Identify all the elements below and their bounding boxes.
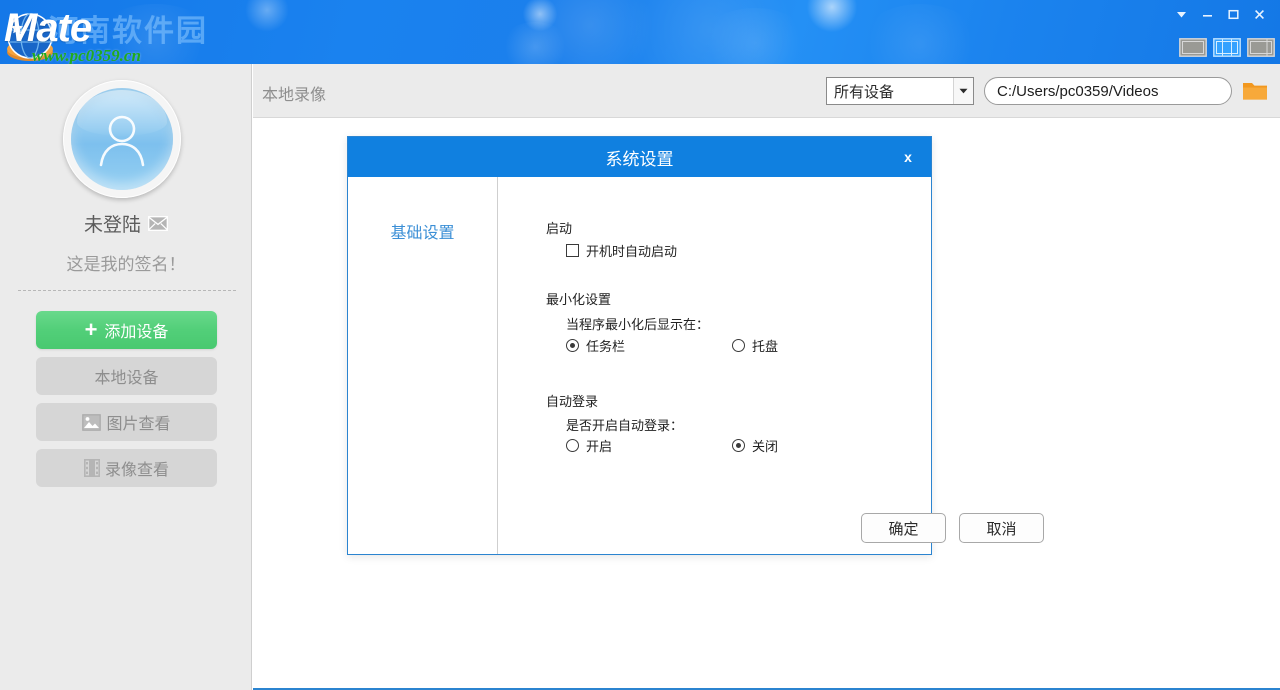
dialog-nav: 基础设置 [348,177,498,554]
local-device-label: 本地设备 [94,370,159,387]
down-triangle-icon [1176,11,1186,17]
record-viewer-button[interactable]: 录像查看 [36,449,217,487]
user-signature: 这是我的签名！ [66,255,186,274]
minimize-tray-radio[interactable] [732,339,745,352]
dialog-close-button[interactable]: x [899,148,917,166]
avatar-inner [71,88,173,190]
bokeh-decoration [860,4,980,64]
layout-split-icon [1213,38,1241,57]
user-row: 未登陆 [0,210,252,237]
local-device-button[interactable]: 本地设备 [36,357,217,395]
minimize-taskbar-label: 任务栏 [586,339,626,354]
envelope-icon[interactable] [148,216,168,231]
dropdown-menu-button[interactable] [1168,2,1194,26]
image-viewer-label: 图片查看 [106,416,171,433]
autologin-off-label: 关闭 [752,439,779,454]
record-viewer-label: 录像查看 [104,462,169,479]
close-button[interactable] [1246,2,1272,26]
image-icon [82,413,102,431]
autologin-off-radio-row[interactable]: 关闭 [732,436,778,455]
minimize-taskbar-radio[interactable] [566,339,579,352]
user-name: 未登陆 [83,215,141,236]
bokeh-decoration [805,0,859,34]
minimize-sub-label: 当程序最小化后显示在： [566,317,710,332]
layout-single-button[interactable] [1179,38,1207,57]
close-icon [1254,9,1264,19]
bokeh-decoration [520,0,660,64]
sidebar-divider [18,290,236,291]
watermark-brand-text: Mate [4,6,92,50]
bokeh-decoration [620,0,800,64]
ok-button[interactable]: 确定 [861,513,946,543]
group-title-startup: 启动 [546,221,573,236]
title-bar: 河南软件园 Mate www.pc0359.cn [0,0,1280,64]
plus-icon: + [84,317,98,342]
watermark-url-text: www.pc0359.cn [32,46,141,64]
folder-icon [1243,83,1267,100]
autologin-on-radio[interactable] [566,439,579,452]
dialog-title-bar: 系统设置 x [348,137,931,177]
system-settings-dialog: 系统设置 x 基础设置 启动 开机时自动启动 最小化设置 当程序最小化后显示在：… [347,136,1044,555]
save-path-input[interactable]: C:/Users/pc0359/Videos [984,77,1232,105]
chevron-down-icon [953,78,973,104]
window-controls [1168,2,1272,26]
group-title-minimize: 最小化设置 [546,292,612,307]
page-title: 本地录像 [262,87,327,104]
autologin-on-label: 开启 [586,439,613,454]
layout-split-button[interactable] [1213,38,1241,57]
minimize-tray-label: 托盘 [752,339,779,354]
add-device-label: 添加设备 [104,324,169,341]
autostart-checkbox[interactable] [566,244,579,257]
browse-folder-button[interactable] [1241,77,1269,105]
film-icon [83,459,100,477]
minimize-taskbar-radio-row[interactable]: 任务栏 [566,336,625,355]
application-window: 河南软件园 Mate www.pc0359.cn 未登陆 这是我的签名！ + 添… [0,0,1280,690]
watermark: 河南软件园 Mate www.pc0359.cn [0,0,250,64]
layout-buttons [1179,38,1275,57]
dialog-buttons: 确定 取消 [861,513,1044,543]
dialog-content: 启动 开机时自动启动 最小化设置 当程序最小化后显示在： 任务栏 托盘 自动登录… [498,177,1044,554]
autologin-sub-label: 是否开启自动登录： [566,418,684,433]
autologin-off-radio[interactable] [732,439,745,452]
maximize-button[interactable] [1220,2,1246,26]
layout-single-icon [1179,38,1207,57]
nav-item-basic-settings[interactable]: 基础设置 [348,219,497,243]
device-filter-value: 所有设备 [834,83,895,101]
maximize-icon [1227,9,1239,19]
layout-wide-button[interactable] [1247,38,1275,57]
bokeh-decoration [500,22,570,64]
autostart-checkbox-row[interactable]: 开机时自动启动 [566,241,677,260]
bokeh-decoration [522,0,558,32]
autostart-label: 开机时自动启动 [586,244,678,259]
add-device-button[interactable]: + 添加设备 [36,311,217,349]
autologin-on-radio-row[interactable]: 开启 [566,436,612,455]
person-icon [99,115,145,167]
dialog-body: 基础设置 启动 开机时自动启动 最小化设置 当程序最小化后显示在： 任务栏 托盘… [348,177,1044,554]
bokeh-decoration [700,8,810,64]
layout-wide-icon [1247,38,1275,57]
bokeh-decoration [245,0,289,32]
avatar[interactable] [63,80,181,198]
sidebar: 未登陆 这是我的签名！ + 添加设备 本地设备 图片查看 录像查看 [0,64,252,690]
minimize-tray-radio-row[interactable]: 托盘 [732,336,778,355]
cancel-button[interactable]: 取消 [959,513,1044,543]
minimize-button[interactable] [1194,2,1220,26]
device-filter-select[interactable]: 所有设备 [826,77,974,105]
main-content: 本地录像 所有设备 C:/Users/pc0359/Videos 系统设置 x [253,64,1280,690]
toolbar: 本地录像 所有设备 C:/Users/pc0359/Videos [253,64,1280,118]
minimize-icon [1202,14,1212,17]
dialog-title: 系统设置 [605,149,674,169]
image-viewer-button[interactable]: 图片查看 [36,403,217,441]
group-title-autologin: 自动登录 [546,394,599,409]
